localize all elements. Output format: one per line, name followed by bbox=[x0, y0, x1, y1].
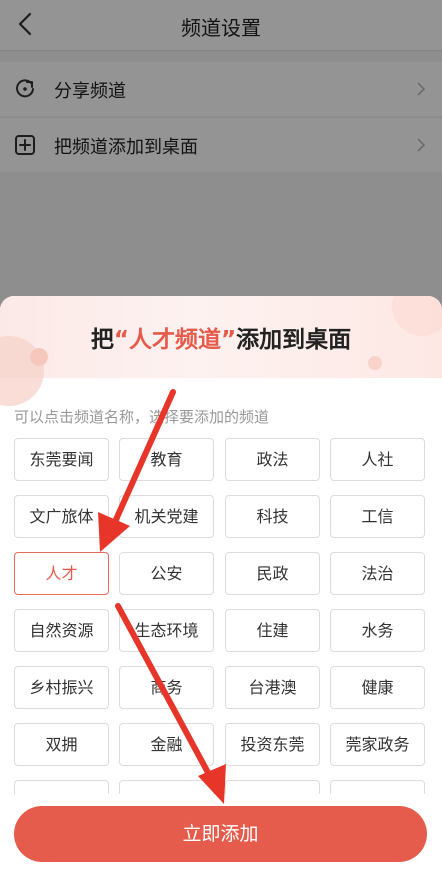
title-prefix: 把 bbox=[90, 327, 114, 353]
channel-chip[interactable]: 文广旅体 bbox=[14, 495, 109, 538]
channel-chip[interactable]: 自然资源 bbox=[14, 609, 109, 652]
channel-chip[interactable]: 公安 bbox=[119, 552, 214, 595]
channel-chip[interactable]: 法治 bbox=[330, 552, 425, 595]
channel-chip[interactable]: 教育 bbox=[119, 438, 214, 481]
channel-chip[interactable]: 双拥 bbox=[14, 723, 109, 766]
channel-chip[interactable]: 民政 bbox=[225, 552, 320, 595]
channel-chip[interactable]: 机关党建 bbox=[119, 495, 214, 538]
channel-chip[interactable]: 东莞要闻 bbox=[14, 438, 109, 481]
channel-chip[interactable]: 科技 bbox=[225, 495, 320, 538]
title-channel-name: “人才频道” bbox=[113, 327, 237, 353]
channel-chip[interactable]: 住建 bbox=[225, 609, 320, 652]
sheet-footer: 立即添加 bbox=[0, 794, 442, 891]
channel-chip[interactable]: 政法 bbox=[225, 438, 320, 481]
add-to-desktop-sheet: 把“人才频道”添加到桌面 可以点击频道名称，选择要添加的频道 东莞要闻 教育 政法人… bbox=[0, 296, 442, 891]
channel-chip[interactable]: 金融 bbox=[119, 723, 214, 766]
channel-chip[interactable]: 水务 bbox=[330, 609, 425, 652]
channel-chip[interactable]: 乡村振兴 bbox=[14, 666, 109, 709]
channel-chip[interactable]: 莞家政务 bbox=[330, 723, 425, 766]
sheet-hint: 可以点击频道名称，选择要添加的频道 bbox=[14, 408, 270, 426]
channel-chip[interactable]: 健康 bbox=[330, 666, 425, 709]
channel-chip-selected[interactable]: 人才 bbox=[14, 552, 109, 595]
channel-chip[interactable]: 商务 bbox=[119, 666, 214, 709]
title-suffix: 添加到桌面 bbox=[236, 327, 352, 353]
channel-chip[interactable]: 工信 bbox=[330, 495, 425, 538]
sheet-header: 把“人才频道”添加到桌面 bbox=[0, 296, 442, 406]
sheet-title: 把“人才频道”添加到桌面 bbox=[0, 320, 442, 354]
add-now-button[interactable]: 立即添加 bbox=[14, 806, 427, 862]
channel-chip[interactable]: 台港澳 bbox=[225, 666, 320, 709]
channel-chip[interactable]: 人社 bbox=[330, 438, 425, 481]
channel-chip[interactable]: 生态环境 bbox=[119, 609, 214, 652]
channel-chip[interactable]: 投资东莞 bbox=[225, 723, 320, 766]
decor-circle bbox=[368, 356, 382, 370]
